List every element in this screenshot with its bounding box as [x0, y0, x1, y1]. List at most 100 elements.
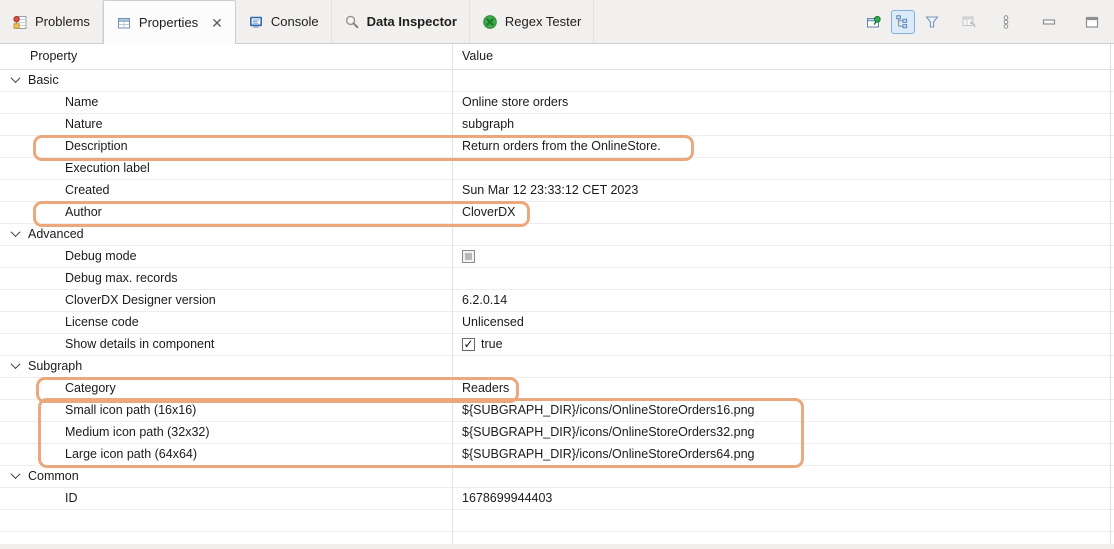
- property-label: Category: [65, 381, 116, 395]
- chevron-down-icon[interactable]: [10, 468, 21, 479]
- property-value[interactable]: ${SUBGRAPH_DIR}/icons/OnlineStoreOrders1…: [462, 400, 755, 421]
- chevron-down-icon[interactable]: [10, 358, 21, 369]
- tab-regex-tester[interactable]: Regex Tester: [470, 0, 595, 43]
- close-icon[interactable]: ✕: [211, 16, 223, 30]
- tab-console-label: Console: [270, 14, 319, 29]
- property-value[interactable]: true: [481, 334, 503, 355]
- tab-data-inspector-label: Data Inspector: [366, 14, 457, 29]
- property-value[interactable]: Online store orders: [462, 92, 568, 113]
- empty-row: [0, 510, 1114, 532]
- property-label: Author: [65, 205, 102, 219]
- property-label: Name: [65, 95, 99, 109]
- property-value[interactable]: 6.2.0.14: [462, 290, 507, 311]
- property-label: Nature: [65, 117, 103, 131]
- property-label: Description: [65, 139, 128, 153]
- tab-data-inspector[interactable]: Data Inspector: [332, 0, 470, 43]
- property-value[interactable]: ${SUBGRAPH_DIR}/icons/OnlineStoreOrders6…: [462, 444, 755, 465]
- property-label: Execution label: [65, 161, 150, 175]
- filter-button[interactable]: [920, 10, 944, 34]
- property-row[interactable]: Small icon path (16x16) ${SUBGRAPH_DIR}/…: [0, 400, 1114, 422]
- property-value[interactable]: CloverDX: [462, 202, 516, 223]
- tab-problems[interactable]: Problems: [0, 0, 103, 43]
- property-label: Debug max. records: [65, 271, 178, 285]
- property-value[interactable]: Sun Mar 12 23:33:12 CET 2023: [462, 180, 638, 201]
- property-value[interactable]: subgraph: [462, 114, 514, 135]
- view-menu-button[interactable]: [994, 10, 1018, 34]
- checkbox-disabled-icon: [462, 250, 475, 263]
- section-row[interactable]: Basic: [0, 70, 1114, 92]
- property-value[interactable]: Readers: [462, 378, 509, 399]
- tab-properties[interactable]: Properties ✕: [102, 0, 236, 44]
- tab-problems-label: Problems: [35, 14, 90, 29]
- minimize-icon: [1042, 18, 1056, 25]
- section-label: Advanced: [28, 227, 84, 241]
- property-row[interactable]: Name Online store orders: [0, 92, 1114, 114]
- property-row[interactable]: ID 1678699944403: [0, 488, 1114, 510]
- table-right-edge: [1110, 44, 1111, 549]
- regex-tester-icon: [483, 14, 497, 29]
- property-row[interactable]: Debug mode: [0, 246, 1114, 268]
- filter-icon: [925, 15, 939, 28]
- property-label: Large icon path (64x64): [65, 447, 198, 461]
- property-row[interactable]: Large icon path (64x64) ${SUBGRAPH_DIR}/…: [0, 444, 1114, 466]
- maximize-button[interactable]: [1080, 10, 1104, 34]
- column-header-value[interactable]: Value: [452, 44, 1114, 69]
- section-label: Basic: [28, 73, 59, 87]
- property-label: Created: [65, 183, 110, 197]
- pin-editor-button[interactable]: [862, 10, 886, 34]
- section-row[interactable]: Advanced: [0, 224, 1114, 246]
- minimize-button[interactable]: [1037, 10, 1061, 34]
- section-row[interactable]: Common: [0, 466, 1114, 488]
- property-label: CloverDX Designer version: [65, 293, 216, 307]
- property-value[interactable]: Unlicensed: [462, 312, 524, 333]
- property-table-body: Basic Name Online store orders Nature su…: [0, 70, 1114, 549]
- chevron-down-icon[interactable]: [10, 72, 21, 83]
- console-icon: [249, 16, 262, 28]
- property-row[interactable]: Created Sun Mar 12 23:33:12 CET 2023: [0, 180, 1114, 202]
- problems-icon: [13, 15, 27, 29]
- section-row[interactable]: Subgraph: [0, 356, 1114, 378]
- column-divider[interactable]: [452, 44, 453, 549]
- tree-categories-icon: [896, 14, 908, 28]
- tab-properties-label: Properties: [138, 15, 199, 30]
- restore-default-icon: [962, 16, 976, 27]
- property-table: Property Value Basic Name Online store o…: [0, 44, 1114, 549]
- maximize-icon: [1085, 16, 1099, 28]
- properties-view: Problems Properties ✕ Console Data Inspe…: [0, 0, 1114, 549]
- property-label: Medium icon path (32x32): [65, 425, 210, 439]
- property-value[interactable]: 1678699944403: [462, 488, 552, 509]
- tab-regex-tester-label: Regex Tester: [504, 14, 582, 29]
- view-menu-dots-icon: [1003, 14, 1009, 29]
- search-icon: [345, 15, 358, 28]
- property-label: License code: [65, 315, 139, 329]
- show-categories-button[interactable]: [891, 9, 915, 34]
- property-row[interactable]: Medium icon path (32x32) ${SUBGRAPH_DIR}…: [0, 422, 1114, 444]
- property-row[interactable]: Execution label: [0, 158, 1114, 180]
- property-label: Debug mode: [65, 249, 137, 263]
- property-value[interactable]: ${SUBGRAPH_DIR}/icons/OnlineStoreOrders3…: [462, 422, 755, 443]
- property-value[interactable]: Return orders from the OnlineStore.: [462, 136, 661, 157]
- section-label: Subgraph: [28, 359, 83, 373]
- property-row[interactable]: Debug max. records: [0, 268, 1114, 290]
- property-row[interactable]: Author CloverDX: [0, 202, 1114, 224]
- section-label: Common: [28, 469, 79, 483]
- column-header-property[interactable]: Property: [0, 44, 452, 69]
- pin-icon: [867, 15, 881, 27]
- property-label: ID: [65, 491, 78, 505]
- property-label: Small icon path (16x16): [65, 403, 197, 417]
- tab-console[interactable]: Console: [236, 0, 332, 43]
- property-row[interactable]: Show details in component ✓ true: [0, 334, 1114, 356]
- chevron-down-icon[interactable]: [10, 226, 21, 237]
- property-row[interactable]: License code Unlicensed: [0, 312, 1114, 334]
- restore-default-button[interactable]: [957, 10, 981, 34]
- table-header: Property Value: [0, 44, 1114, 70]
- property-label: Show details in component: [65, 337, 215, 351]
- property-row[interactable]: Category Readers: [0, 378, 1114, 400]
- property-row[interactable]: Description Return orders from the Onlin…: [0, 136, 1114, 158]
- view-toolbar: [862, 0, 1114, 43]
- view-tabbar: Problems Properties ✕ Console Data Inspe…: [0, 0, 1114, 44]
- checkbox-checked-icon[interactable]: ✓: [462, 338, 475, 351]
- property-row[interactable]: CloverDX Designer version 6.2.0.14: [0, 290, 1114, 312]
- view-bottom-strip: [0, 544, 1114, 549]
- property-row[interactable]: Nature subgraph: [0, 114, 1114, 136]
